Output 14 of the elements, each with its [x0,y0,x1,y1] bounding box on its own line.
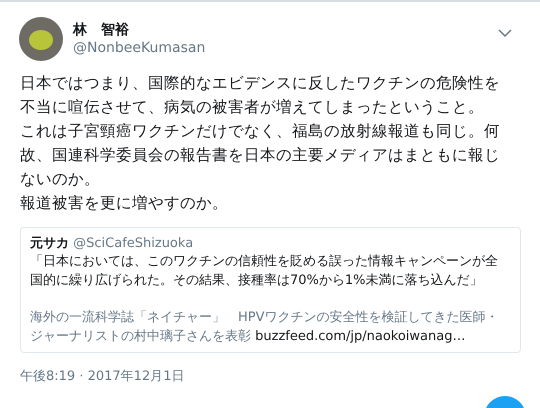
author-handle[interactable]: @NonbeeKumasan [73,39,498,57]
tweet-text: 日本ではつまり、国際的なエビデンスに反したワクチンの危険性を不当に喧伝させて、病気の被害者が増えてしまったということ。 [20,73,501,118]
quoted-tweet-card[interactable]: 元サカ @SciCafeShizuoka 「日本においては、このワクチンの信頼性を貶める誤った情報キャンペーンが全国的に繰り広げられた。その結果、接種率は70%から1%未満に落ち込んだ」 海外の一流科学誌「ネイチャー」 HPVワクチンの安全性を検証してきた医師・ジャーナリストの村中璃子さんを表彰 buzzfeed.com/jp/naokoiwanag… [20,227,521,353]
quoted-author-name: 元サカ [30,236,69,251]
chevron-down-icon[interactable] [498,29,512,37]
quoted-author-handle: @SciCafeShizuoka [73,236,194,251]
avatar-image[interactable] [19,17,63,61]
tweet-text: 報道被害を更に増やすのか。 [20,193,229,214]
quoted-tweet-text: 「日本においては、このワクチンの信頼性を貶める誤った情報キャンペーンが全国的に繰り広げられた。その結果、接種率は70%から1%未満に落ち込んだ」 [30,253,499,290]
tweet-text: これは子宮頸癌ワクチンだけでなく、福島の放射線報道も同じ。何故、国連科学委員会の報告書を日本の主要メディアはまともに報じないのか。 [20,121,501,190]
timestamp[interactable]: 午後8:19 · 2017年12月1日 [20,367,540,385]
link[interactable]: buzzfeed.com/jp/naokoiwanag… [255,329,466,344]
author-name[interactable]: 林 智裕 [73,21,498,39]
quoted-link-text: 海外の一流科学誌「ネイチャー」 HPVワクチンの安全性を検証してきた医師・ジャーナリストの村中璃子さんを表彰 buzzfeed.com/jp/naokoiwanag… [30,309,500,346]
